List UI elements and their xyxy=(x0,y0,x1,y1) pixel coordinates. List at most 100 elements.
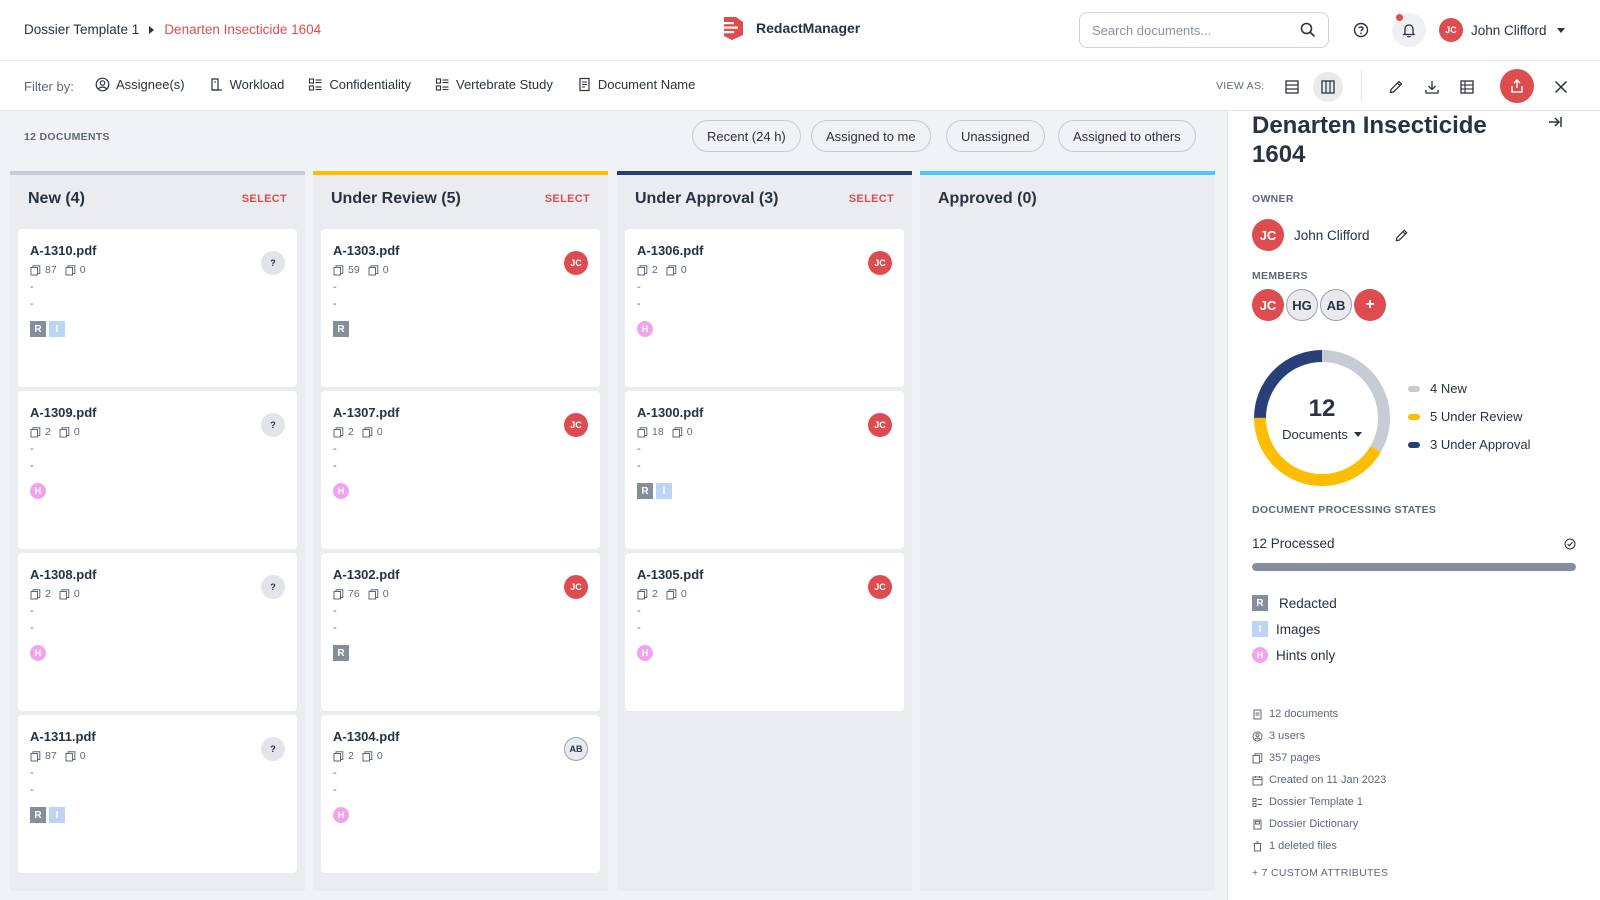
legend-item-new[interactable]: 4 New xyxy=(1408,381,1530,396)
stat-documents: 12 documents xyxy=(1252,703,1386,725)
board-view-icon xyxy=(1321,80,1335,94)
annotation-count: 0 xyxy=(680,588,687,600)
column-title: Approved (0) xyxy=(938,190,1037,207)
unassigned-avatar[interactable]: ? xyxy=(261,413,285,437)
add-member-button[interactable]: + xyxy=(1354,289,1386,321)
assignee-avatar[interactable]: JC xyxy=(868,251,892,275)
legend-label: 4 New xyxy=(1430,381,1467,396)
owner-name: John Clifford xyxy=(1294,227,1370,243)
document-card[interactable]: A-1302.pdf 76 0 - - JC R xyxy=(321,553,600,711)
document-icon xyxy=(579,77,590,92)
document-card[interactable]: A-1304.pdf 2 0 - - AB H xyxy=(321,715,600,873)
stat-users: 3 users xyxy=(1252,725,1386,747)
filter-vertebrate-study[interactable]: Vertebrate Study xyxy=(435,77,553,92)
search-box[interactable] xyxy=(1079,12,1329,48)
donut-legend: 4 New 5 Under Review 3 Under Approval xyxy=(1408,381,1530,465)
trash-icon xyxy=(1253,841,1262,851)
user-name: John Clifford xyxy=(1471,22,1547,38)
unassigned-avatar[interactable]: ? xyxy=(261,737,285,761)
toolbar-divider xyxy=(1361,71,1362,101)
assignee-avatar[interactable]: JC xyxy=(564,251,588,275)
search-input[interactable] xyxy=(1092,22,1300,38)
bell-icon xyxy=(1402,24,1416,38)
member-avatar[interactable]: HG xyxy=(1286,289,1318,321)
card-detail: - xyxy=(333,767,337,779)
redacted-badge: R xyxy=(30,321,46,337)
annotation-count: 0 xyxy=(680,264,687,276)
quick-filter-unassigned[interactable]: Unassigned xyxy=(946,120,1045,152)
quick-filter-assigned-to-me[interactable]: Assigned to me xyxy=(811,120,931,152)
filter-document-name-label: Document Name xyxy=(597,77,696,92)
legend-item-under-approval[interactable]: 3 Under Approval xyxy=(1408,437,1530,452)
hints-badge: H xyxy=(333,483,349,499)
document-card[interactable]: A-1310.pdf 87 0 - - ? R I xyxy=(18,229,297,387)
custom-attributes-link[interactable]: + 7 CUSTOM ATTRIBUTES xyxy=(1252,867,1388,879)
stat-deleted[interactable]: 1 deleted files xyxy=(1252,835,1386,857)
page-count: 18 xyxy=(652,426,664,438)
quick-filter-assigned-to-others[interactable]: Assigned to others xyxy=(1058,120,1196,152)
document-card[interactable]: A-1300.pdf 18 0 - - JC R I xyxy=(625,391,904,549)
filter-assignees[interactable]: Assignee(s) xyxy=(95,77,185,92)
select-button[interactable]: SELECT xyxy=(242,193,287,205)
share-button[interactable] xyxy=(1500,69,1534,103)
view-list-button[interactable] xyxy=(1277,72,1307,102)
card-detail: - xyxy=(333,605,337,617)
unassigned-avatar[interactable]: ? xyxy=(261,575,285,599)
document-card[interactable]: A-1306.pdf 2 0 - - JC H xyxy=(625,229,904,387)
document-name: A-1303.pdf xyxy=(333,243,400,258)
close-button[interactable] xyxy=(1546,72,1576,102)
stat-text: Dossier Template 1 xyxy=(1269,796,1363,808)
filter-document-name[interactable]: Document Name xyxy=(577,77,696,92)
list-view-icon xyxy=(1285,80,1299,94)
legend-item-under-review[interactable]: 5 Under Review xyxy=(1408,409,1530,424)
document-card[interactable]: A-1307.pdf 2 0 - - JC H xyxy=(321,391,600,549)
document-card[interactable]: A-1309.pdf 2 0 - - ? H xyxy=(18,391,297,549)
dossier-details-panel: Denarten Insecticide 1604 OWNER JC John … xyxy=(1227,111,1600,900)
app-logo[interactable]: RedactManager xyxy=(718,14,860,42)
member-avatar[interactable]: AB xyxy=(1320,289,1352,321)
redacted-badge: R xyxy=(333,321,349,337)
document-name: A-1309.pdf xyxy=(30,405,97,420)
members-list: JC HG AB + xyxy=(1252,289,1388,321)
user-menu[interactable]: JC John Clifford xyxy=(1439,18,1565,42)
help-button[interactable] xyxy=(1347,16,1375,44)
unassigned-avatar[interactable]: ? xyxy=(261,251,285,275)
document-name: A-1307.pdf xyxy=(333,405,400,420)
document-card[interactable]: A-1311.pdf 87 0 - - ? R I xyxy=(18,715,297,873)
redacted-badge: R xyxy=(1252,595,1268,611)
search-icon[interactable] xyxy=(1300,22,1316,38)
filter-workload-label: Workload xyxy=(229,77,285,92)
edit-dossier-button[interactable] xyxy=(1381,72,1411,102)
assignee-avatar[interactable]: JC xyxy=(868,575,892,599)
document-card[interactable]: A-1308.pdf 2 0 - - ? H xyxy=(18,553,297,711)
notifications-button[interactable] xyxy=(1392,13,1426,47)
assignee-avatar[interactable]: AB xyxy=(564,737,588,761)
stat-created: Created on 11 Jan 2023 xyxy=(1252,769,1386,791)
filter-confidentiality[interactable]: Confidentiality xyxy=(308,77,411,92)
quick-filter-recent[interactable]: Recent (24 h) xyxy=(692,120,801,152)
member-avatar[interactable]: JC xyxy=(1252,289,1284,321)
collapse-panel-button[interactable] xyxy=(1548,115,1562,129)
donut-unit-dropdown[interactable]: Documents xyxy=(1282,427,1362,442)
card-detail: - xyxy=(30,767,34,779)
stat-template: Dossier Template 1 xyxy=(1252,791,1386,813)
edit-owner-button[interactable] xyxy=(1394,228,1409,243)
assignee-avatar[interactable]: JC xyxy=(564,575,588,599)
assignee-avatar[interactable]: JC xyxy=(868,413,892,437)
document-card[interactable]: A-1305.pdf 2 0 - - JC H xyxy=(625,553,904,711)
hints-badge: H xyxy=(637,645,653,661)
assignee-avatar[interactable]: JC xyxy=(564,413,588,437)
select-button[interactable]: SELECT xyxy=(849,193,894,205)
breadcrumb-dossier-template[interactable]: Dossier Template 1 xyxy=(24,22,139,37)
view-board-button[interactable] xyxy=(1313,72,1343,102)
document-card[interactable]: A-1303.pdf 59 0 - - JC R xyxy=(321,229,600,387)
breadcrumb-dossier[interactable]: Denarten Insecticide 1604 xyxy=(164,22,321,37)
pages-icon xyxy=(637,426,648,437)
card-detail: - xyxy=(333,460,337,472)
hints-badge: H xyxy=(30,645,46,661)
select-button[interactable]: SELECT xyxy=(545,193,590,205)
pages-icon xyxy=(333,264,344,275)
download-button[interactable] xyxy=(1417,72,1447,102)
report-button[interactable] xyxy=(1452,72,1482,102)
filter-workload[interactable]: Workload xyxy=(209,77,285,92)
